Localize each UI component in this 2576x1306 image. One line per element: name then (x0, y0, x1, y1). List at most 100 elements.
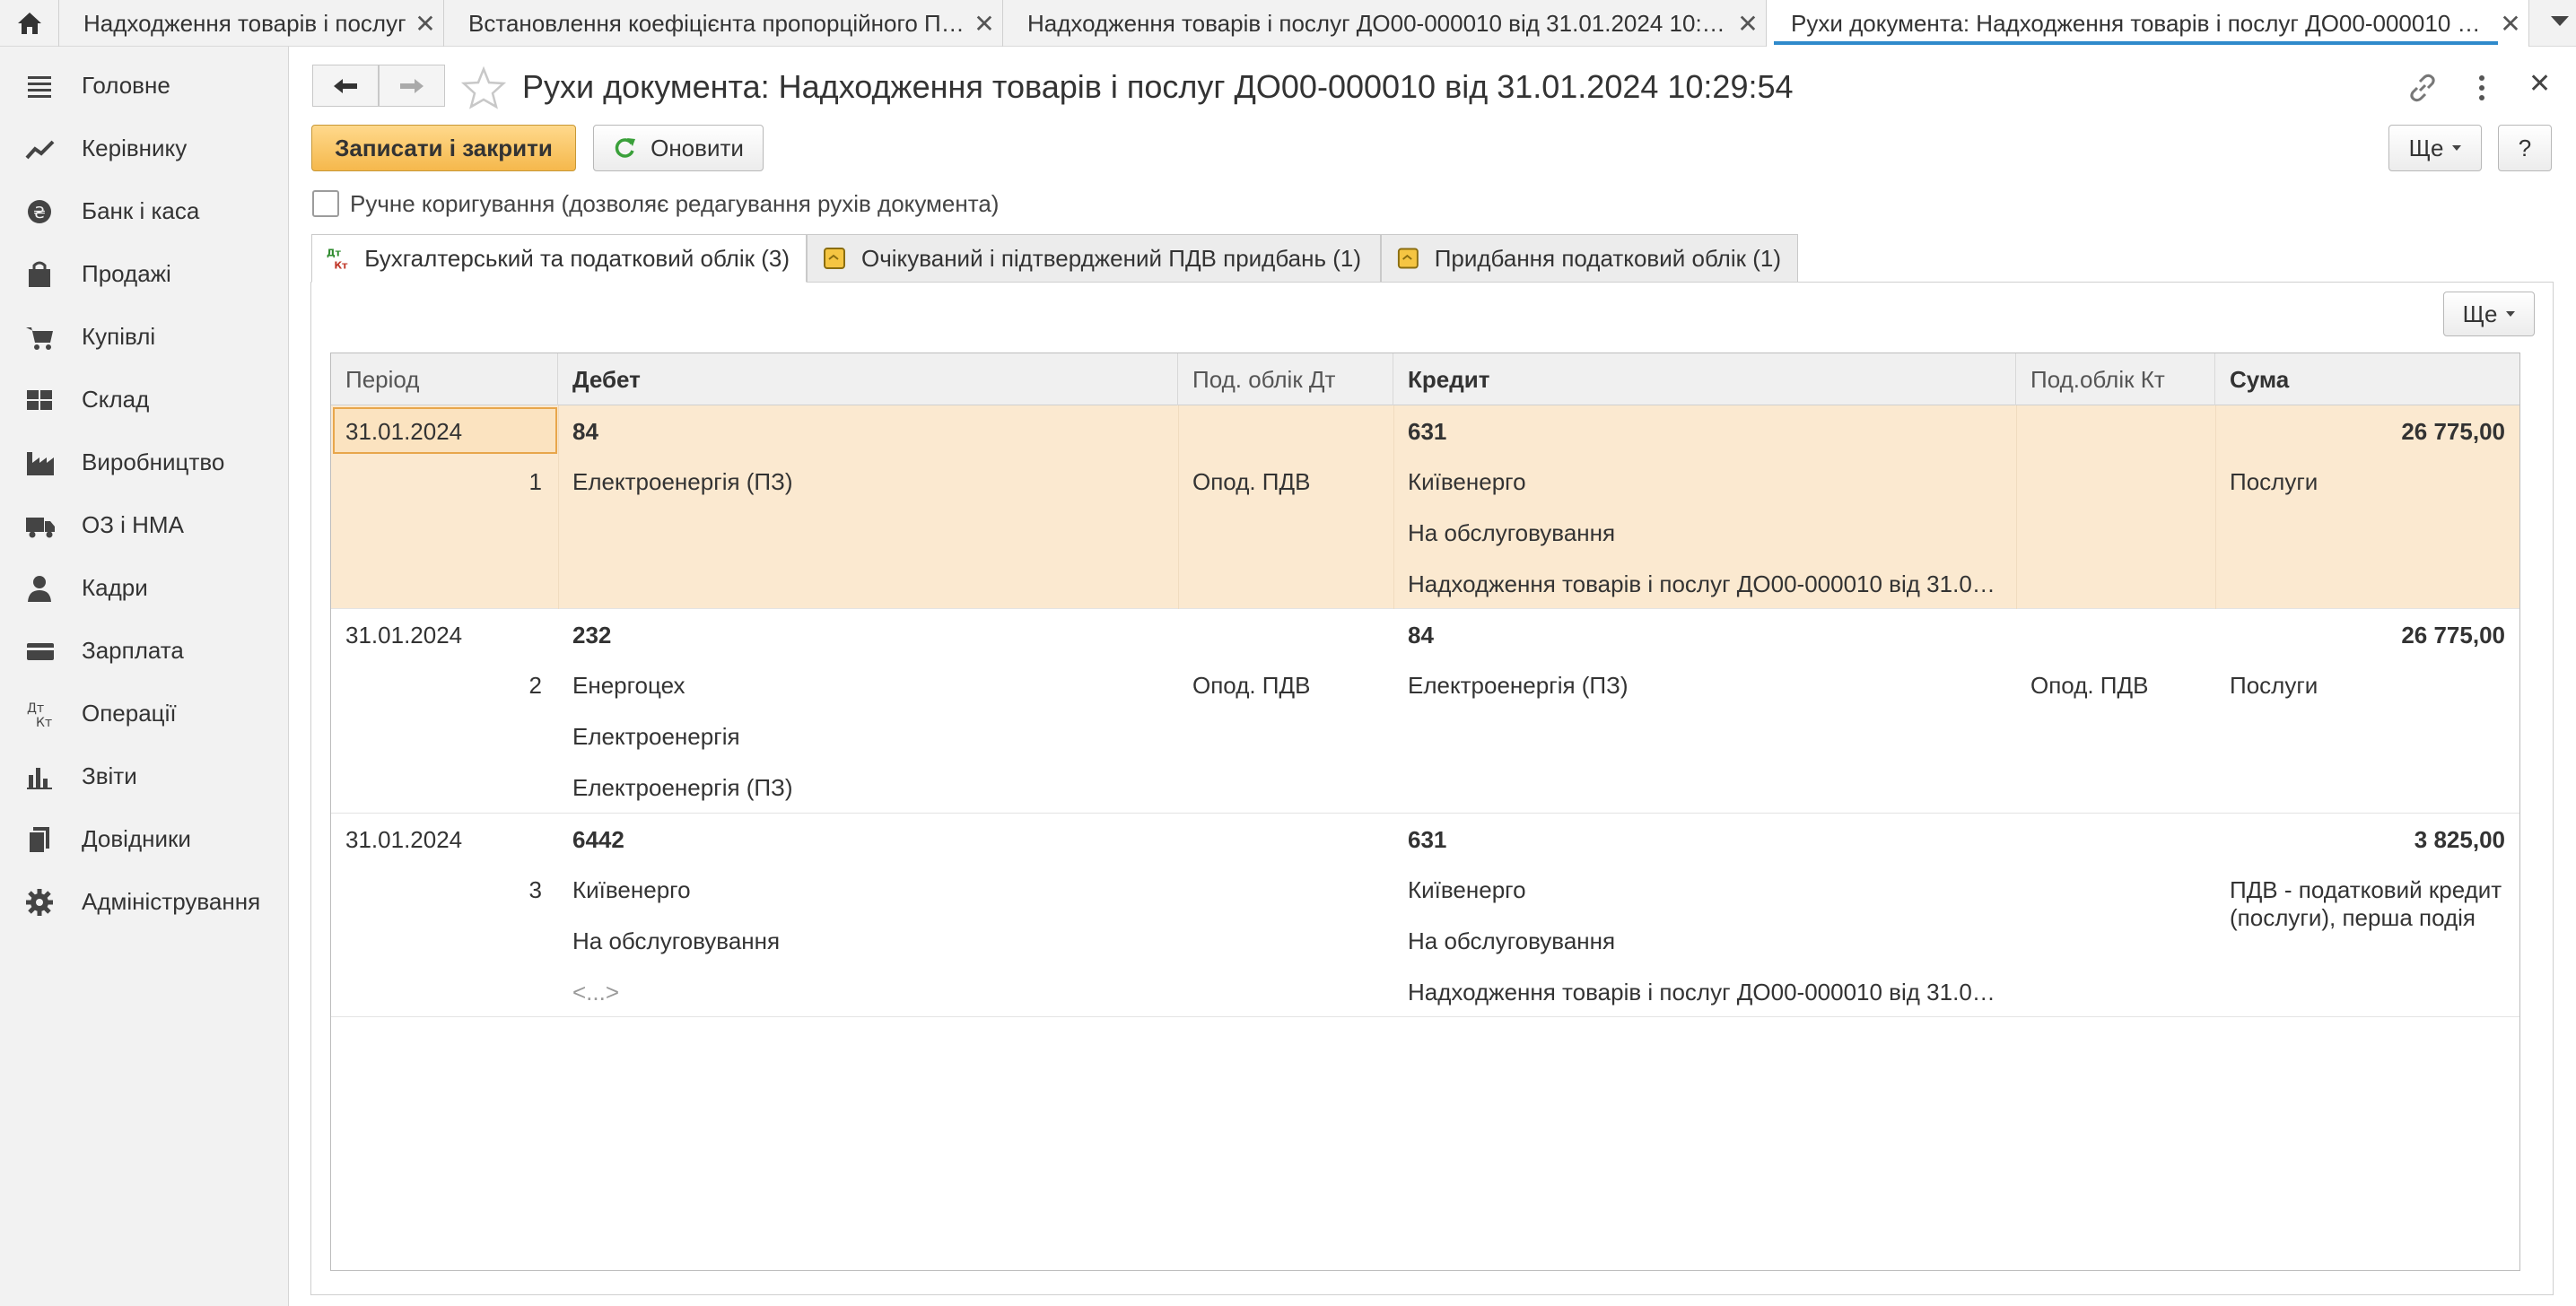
svg-text:Кт: Кт (334, 260, 348, 272)
link-icon[interactable] (2406, 72, 2439, 104)
home-button[interactable] (0, 0, 59, 47)
save-and-close-button[interactable]: Записати і закрити (311, 125, 576, 171)
window-tab-label: Встановлення коефіцієнта пропорційного П… (468, 9, 966, 37)
window-tab-2[interactable]: Встановлення коефіцієнта пропорційного П… (444, 0, 1003, 47)
content-value: Послуги (2230, 672, 2318, 699)
register-icon (824, 248, 845, 269)
sidebar-item-salary[interactable]: Зарплата (0, 623, 289, 677)
back-button[interactable] (312, 65, 379, 107)
sidebar-item-production[interactable]: Виробництво (0, 435, 289, 489)
window-tab-label: Рухи документа: Надходження товарів і по… (1791, 9, 2493, 37)
forward-button[interactable] (379, 65, 445, 107)
svg-text:Кт: Кт (36, 716, 52, 728)
sidebar-item-directories[interactable]: Довідники (0, 812, 289, 866)
sidebar-item-bank[interactable]: ₴ Банк і каса (0, 184, 289, 238)
table-row[interactable]: 31.01.2024 3 6442 Київенерго На обслугов… (331, 814, 2519, 1017)
sidebar-item-label: Купівлі (82, 322, 156, 350)
sidebar-item-label: Адміністрування (82, 887, 261, 915)
window-tab-4-active[interactable]: Рухи документа: Надходження товарів і по… (1767, 0, 2529, 47)
tab-vat-expected[interactable]: Очікуваний і підтверджений ПДВ придбань … (807, 234, 1381, 283)
credit-subconto: На обслуговування (1408, 519, 1616, 546)
trend-icon (25, 140, 55, 160)
person-icon (28, 576, 51, 602)
table-more-button[interactable]: Ще (2443, 292, 2535, 336)
register-icon (1397, 248, 1419, 269)
dt-kt-icon: ДтКт (327, 248, 348, 272)
wallet-icon (27, 643, 54, 660)
chevron-down-icon (2506, 311, 2516, 317)
sidebar-item-operations[interactable]: Дт Кт Операції (0, 686, 289, 740)
manual-edit-checkbox[interactable] (312, 190, 339, 217)
sidebar-item-main[interactable]: Головне (0, 58, 289, 112)
sidebar-item-fixed-assets[interactable]: ОЗ і НМА (0, 498, 289, 552)
credit-account: 631 (1408, 826, 1447, 853)
window-tab-label: Надходження товарів і послуг ДО00-000010… (1027, 9, 1730, 37)
sidebar-item-label: Виробництво (82, 448, 225, 475)
sidebar-item-hr[interactable]: Кадри (0, 561, 289, 614)
svg-text:Дт: Дт (27, 701, 44, 716)
col-tax-dt[interactable]: Под. облік Дт (1178, 353, 1393, 405)
close-icon[interactable]: ✕ (1730, 9, 1766, 39)
more-actions-button[interactable]: Ще (2388, 125, 2482, 171)
sidebar-item-sales[interactable]: Продажі (0, 247, 289, 300)
refresh-icon (615, 138, 636, 158)
factory-icon (27, 452, 54, 475)
tax-kt-value: Опод. ПДВ (2030, 672, 2149, 699)
col-period[interactable]: Період (331, 353, 558, 405)
table-row[interactable]: 31.01.2024 1 84 Електроенергія (ПЗ) Опод… (331, 405, 2519, 609)
row-period: 31.01.2024 (345, 826, 463, 853)
sidebar-item-label: Операції (82, 699, 177, 727)
row-number: 3 (528, 876, 542, 903)
close-icon[interactable]: ✕ (966, 9, 1002, 39)
more-vert-icon[interactable] (2476, 74, 2487, 102)
main-form: Рухи документа: Надходження товарів і по… (310, 47, 2576, 1306)
col-credit[interactable]: Кредит (1393, 353, 2016, 405)
sidebar-item-warehouse[interactable]: Склад (0, 372, 289, 426)
table-row[interactable]: 31.01.2024 2 232 Енергоцех Електроенергі… (331, 609, 2519, 814)
sidebar: Головне Керівнику ₴ Банк і каса Продажі … (0, 47, 289, 1306)
sidebar-item-manager[interactable]: Керівнику (0, 121, 289, 175)
credit-subconto: Київенерго (1408, 876, 1526, 903)
sidebar-item-label: Склад (82, 385, 150, 413)
debit-subconto: Енергоцех (572, 672, 685, 699)
credit-subconto: Надходження товарів і послуг ДО00-000010… (1408, 979, 2000, 1006)
movements-table[interactable]: Період Дебет Под. облік Дт Кредит Под.об… (330, 353, 2520, 1271)
col-tax-kt[interactable]: Под.облік Кт (2016, 353, 2215, 405)
svg-text:₴: ₴ (33, 204, 46, 222)
window-tab-1[interactable]: Надходження товарів і послуг ✕ (59, 0, 444, 47)
tab-accounting[interactable]: Дт Кт Бухгалтерський та податковий облік … (311, 234, 807, 283)
col-debit[interactable]: Дебет (558, 353, 1178, 405)
debit-subconto: На обслуговування (572, 927, 781, 954)
window-tab-3[interactable]: Надходження товарів і послуг ДО00-000010… (1003, 0, 1767, 47)
debit-subconto: Електроенергія (ПЗ) (572, 468, 793, 495)
close-form-icon[interactable]: ✕ (2528, 68, 2551, 100)
refresh-button[interactable]: Оновити (593, 125, 764, 171)
sidebar-item-label: Довідники (82, 824, 191, 852)
chevron-down-icon (2452, 145, 2462, 151)
list-icon (28, 76, 51, 98)
star-icon[interactable] (461, 66, 506, 109)
sidebar-item-label: Звіти (82, 762, 137, 789)
close-icon[interactable]: ✕ (2493, 9, 2528, 39)
sum-value: 26 775,00 (2401, 418, 2505, 445)
credit-account: 631 (1408, 418, 1447, 445)
credit-subconto: Київенерго (1408, 468, 1526, 495)
sidebar-item-reports[interactable]: Звіти (0, 749, 289, 803)
col-sum[interactable]: Сума (2215, 353, 2519, 405)
tab-purchase-tax[interactable]: Придбання податковий облік (1) (1381, 234, 1798, 283)
sidebar-item-purchases[interactable]: Купівлі (0, 309, 289, 363)
help-button[interactable]: ? (2498, 125, 2552, 171)
tab-label: Очікуваний і підтверджений ПДВ придбань … (861, 244, 1362, 272)
sidebar-item-administration[interactable]: Адміністрування (0, 875, 289, 928)
truck-icon (26, 518, 55, 538)
tab-panel: Ще Період Дебет Под. облік Дт Кредит Под… (310, 282, 2554, 1295)
page-title: Рухи документа: Надходження товарів і по… (522, 68, 1794, 105)
close-icon[interactable]: ✕ (407, 9, 443, 39)
debit-subconto: Київенерго (572, 876, 691, 903)
content-value: ПДВ - податковий кредит (послуги), перша… (2230, 876, 2502, 931)
sum-value: 26 775,00 (2401, 622, 2505, 649)
arrow-left-icon (334, 78, 357, 93)
warehouse-icon (27, 390, 52, 410)
tabs-dropdown-icon[interactable] (2551, 16, 2569, 26)
manual-edit-label[interactable]: Ручне коригування (дозволяє редагування … (350, 190, 999, 218)
